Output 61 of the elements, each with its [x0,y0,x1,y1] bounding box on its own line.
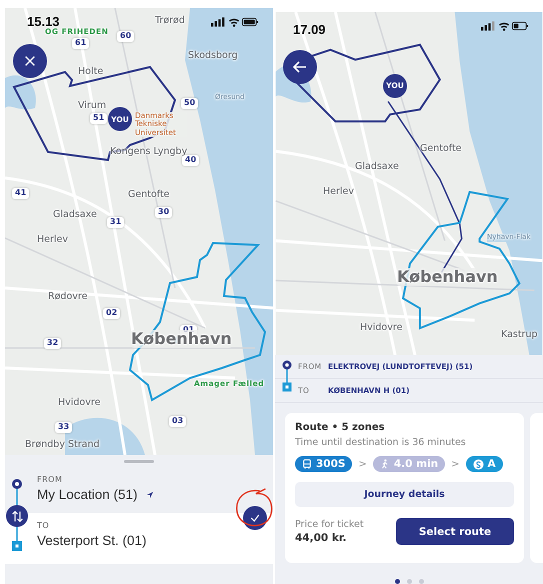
bus-icon [302,459,312,469]
chevron-separator: > [358,458,367,470]
route-duration: Time until destination is 36 minutes [295,437,466,448]
map-label: 61 [72,38,90,49]
map-label: 03 [169,416,186,427]
map-label: 50 [181,98,198,109]
walk-chip: 4.0 min [372,456,446,472]
map-label: 30 [155,207,172,218]
train-chip: A [466,456,503,472]
map-label: Rødovre [48,292,88,302]
swap-arrows-icon [10,510,24,522]
to-label: TO [37,521,50,530]
map-label: Kongens Lyngby [110,147,188,157]
to-field[interactable]: Vesterport St. (01) [37,533,273,548]
map-label: Gentofte [128,190,170,200]
map-label: 02 [103,308,120,319]
map-label: Hvidovre [360,322,402,334]
from-field[interactable]: My Location (51) [37,487,138,502]
map-label: 31 [107,217,124,228]
price-value: 44,00 kr. [295,532,348,544]
map-label: Skodsborg [188,51,238,62]
map-label: Herlev [37,235,68,246]
map-label: Gladsaxe [53,210,97,220]
map-label: 32 [44,338,62,349]
map-label: 41 [12,188,30,199]
map-label: Herlev [323,186,354,198]
route-timeline-drawing [281,360,293,392]
navigation-icon [146,490,154,498]
bus-chip: 300S [295,456,352,472]
close-icon [23,54,37,68]
status-time: 17.09 [293,22,326,37]
map-label: Gentofte [420,144,462,154]
back-arrow-icon [292,58,308,75]
select-route-button[interactable]: Select route [396,518,514,545]
route-title: Route • 5 zones [295,422,385,433]
map-label: 40 [182,155,200,166]
train-icon [472,458,484,470]
map-label: Brøndby Strand [25,440,100,450]
map-label: Hvidovre [58,398,100,408]
page-dot[interactable] [406,579,412,584]
page-dot[interactable] [418,579,424,584]
map-label: Kastrup [501,330,538,340]
status-icons [211,16,259,28]
map-label: Gladsaxe [355,162,399,172]
map-label: Holte [78,67,104,78]
map-label: 33 [55,422,72,433]
chevron-separator: > [451,458,460,470]
map-label: 51 [90,113,108,124]
status-time: 15.13 [27,14,60,29]
status-icons [481,20,529,32]
map-label: Trørød [155,16,185,26]
map-label: København [397,268,498,286]
from-label: FROM [37,475,64,484]
swap-button[interactable] [6,505,28,527]
journey-details-button[interactable]: Journey details [295,482,514,507]
price-label: Price for ticket [295,519,364,530]
map-label: 60 [117,31,134,42]
map-label: Virum [78,101,106,112]
walking-person-icon [380,459,390,469]
checkmark-icon [249,512,261,524]
page-dot[interactable] [394,579,400,584]
